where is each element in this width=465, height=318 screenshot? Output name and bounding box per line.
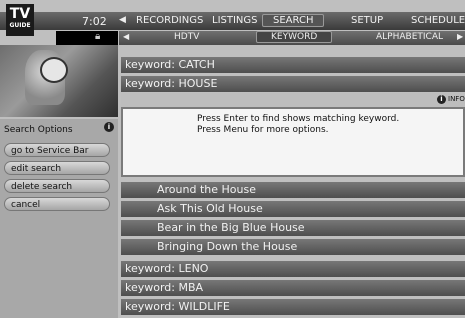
search-options-panel: Search Options i go to Service Bar edit … xyxy=(0,119,118,318)
live-video-window[interactable] xyxy=(0,45,118,117)
tab-keyword[interactable]: KEYWORD xyxy=(256,31,333,43)
tab-alphabetical[interactable]: ALPHABETICAL xyxy=(376,32,443,42)
nav-listings[interactable]: LISTINGS xyxy=(212,15,258,26)
logo-guide-text: GUIDE xyxy=(9,22,31,29)
nav-setup[interactable]: SETUP xyxy=(351,15,383,26)
result-row[interactable]: Bringing Down the House xyxy=(121,239,465,255)
nav-left-arrow-icon[interactable]: ◀ xyxy=(119,15,126,25)
keyword-row[interactable]: keyword: HOUSE xyxy=(121,76,465,92)
keyword-row[interactable]: keyword: CATCH xyxy=(121,57,465,73)
info-icon[interactable]: i xyxy=(437,95,446,104)
logo-tv-text: TV xyxy=(9,6,31,22)
keyword-row[interactable]: keyword: MBA xyxy=(121,280,465,296)
screen: TV GUIDE 7:02 ◀ RECORDINGS LISTINGS SEAR… xyxy=(0,0,465,318)
video-helmet xyxy=(40,57,68,83)
lock-icon: 🔒︎ xyxy=(95,31,101,42)
clock-time: 7:02 xyxy=(82,15,107,28)
keyword-row[interactable]: keyword: LENO xyxy=(121,261,465,277)
go-to-service-bar-button[interactable]: go to Service Bar xyxy=(4,143,110,157)
edit-search-button[interactable]: edit search xyxy=(4,161,110,175)
result-row[interactable]: Ask This Old House xyxy=(121,201,465,217)
tab-hdtv[interactable]: HDTV xyxy=(174,32,199,42)
tv-guide-logo: TV GUIDE xyxy=(6,4,34,36)
options-info-icon[interactable]: i xyxy=(104,122,114,132)
nav-schedule[interactable]: SCHEDULE xyxy=(411,15,465,26)
delete-search-button[interactable]: delete search xyxy=(4,179,110,193)
cancel-button[interactable]: cancel xyxy=(4,197,110,211)
result-row[interactable]: Around the House xyxy=(121,182,465,198)
subtab-left-arrow-icon[interactable]: ◀ xyxy=(123,32,129,41)
info-line xyxy=(121,93,465,107)
message-line-1: Press Enter to find shows matching keywo… xyxy=(197,114,400,124)
subtab-right-arrow-icon[interactable]: ▶ xyxy=(457,32,463,41)
channel-strip xyxy=(56,31,118,45)
info-label: INFO xyxy=(448,95,465,103)
nav-recordings[interactable]: RECORDINGS xyxy=(136,15,203,26)
result-row[interactable]: Bear in the Big Blue House xyxy=(121,220,465,236)
search-options-title: Search Options xyxy=(4,125,73,135)
message-line-2: Press Menu for more options. xyxy=(197,125,329,135)
keyword-row[interactable]: keyword: WILDLIFE xyxy=(121,299,465,315)
nav-search[interactable]: SEARCH xyxy=(262,14,325,27)
